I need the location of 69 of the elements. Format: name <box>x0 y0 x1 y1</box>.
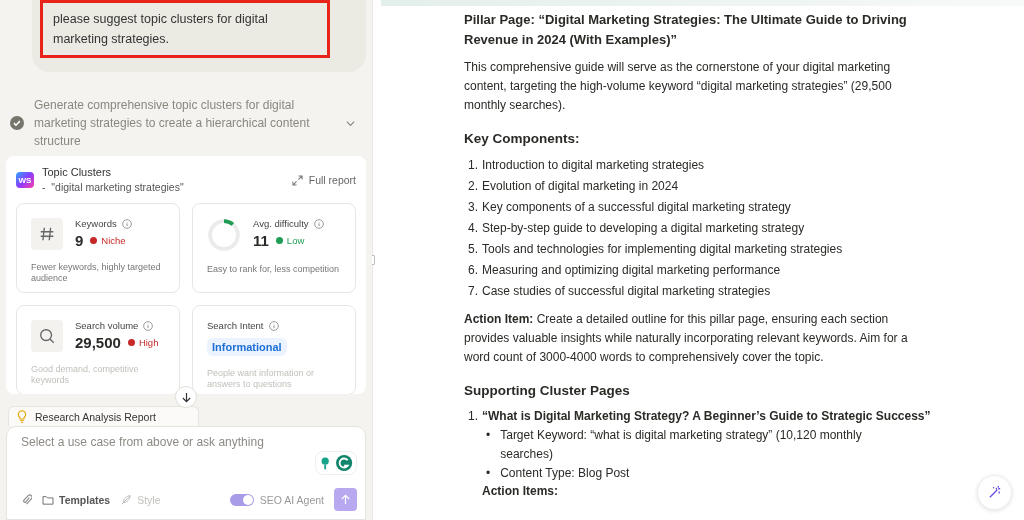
status-tag: Niche <box>101 235 126 246</box>
metric-note: Good demand, competitive keywords <box>31 364 140 386</box>
list-number: 4. <box>467 220 478 237</box>
templates-button[interactable]: Templates <box>42 493 111 506</box>
info-icon[interactable] <box>313 218 324 229</box>
metric-label: Keywords <box>75 218 117 229</box>
component-item: Measuring and optimizing digital marketing performance <box>482 262 781 279</box>
bullet-item: Content Type: Blog Post <box>500 465 630 482</box>
up-arrow-icon <box>340 494 351 505</box>
resize-handle[interactable] <box>370 255 375 265</box>
magic-wand-button[interactable] <box>977 475 1012 510</box>
metric-value: 11 <box>253 232 269 249</box>
folder-icon <box>42 494 54 505</box>
feather-icon <box>120 493 133 506</box>
list-number: 7. <box>467 283 478 300</box>
expand-icon <box>291 174 303 186</box>
status-tag: High <box>138 337 159 348</box>
intro-paragraph: This comprehensive guide will serve as the cornerstone of your digital marketing content, targeting the high-volume keyword “digital marketing strategies” (29,500 monthly searches). <box>464 59 893 114</box>
component-item: Tools and technologies for implementing digital marketing strategies <box>482 241 843 258</box>
info-icon[interactable] <box>143 320 154 331</box>
search-icon <box>31 320 63 352</box>
toggle-label: SEO AI Agent <box>259 493 324 506</box>
list-number: 1. <box>467 408 478 425</box>
metric-note: Easy to rank for, less competition <box>207 264 341 275</box>
metric-label: Search Intent <box>207 320 264 331</box>
list-number: 5. <box>467 241 478 258</box>
intent-badge: Informational <box>207 338 287 356</box>
metric-value: 9 <box>75 232 84 249</box>
send-button[interactable] <box>334 488 357 511</box>
cluster-title: “What is Digital Marketing Strategy? A Beginner’s Guide to Strategic Success” <box>482 408 931 425</box>
report-tab[interactable]: Research Analysis Report <box>8 406 199 426</box>
paperclip-icon[interactable] <box>21 493 32 506</box>
metric-label: Avg. difficulty <box>253 218 309 229</box>
user-message: please suggest topic clusters for digital marketing strategies. <box>40 0 330 58</box>
component-item: Evolution of digital marketing in 2024 <box>482 178 679 195</box>
component-item: Case studies of successful digital marketing strategies <box>482 283 771 300</box>
list-number: 3. <box>467 199 478 216</box>
agent-toggle[interactable] <box>229 493 254 506</box>
metric-note: People want information or answers to questions <box>207 368 316 390</box>
full-report-link[interactable]: Full report <box>291 174 356 186</box>
metric-label: Search volume <box>75 320 139 331</box>
list-number: 1. <box>467 157 478 174</box>
bullet-mark: • <box>486 465 491 482</box>
step-text: Generate comprehensive topic clusters for digital marketing strategies to create a hierarchical content structure <box>34 97 311 150</box>
card-title: Topic Clusters <box>42 166 113 178</box>
card-subtitle: - "digital marketing strategies" <box>42 181 185 193</box>
info-icon[interactable] <box>268 320 279 331</box>
metric-note: Fewer keywords, highly targeted audience <box>31 262 162 284</box>
component-item: Step-by-step guide to developing a digital marketing strategy <box>482 220 805 237</box>
action-item-paragraph: Action Item: Create a detailed outline for this pillar page, ensuring each section provides valuable insights while naturally incorporating relevant keywords. Aim for a word count of 3000-4000 words to comprehensively cover the topic. <box>464 311 909 366</box>
bullet-item: Target Keyword: “what is digital marketing strategy” (10,120 monthly searches) <box>500 427 863 463</box>
grammar-assistant-icon[interactable] <box>315 451 357 475</box>
subheading: Action Items: <box>482 483 559 499</box>
lightbulb-icon <box>17 410 27 423</box>
hash-icon <box>31 218 63 250</box>
pillar-heading: Pillar Page: “Digital Marketing Strategies: The Ultimate Guide to Driving Revenue in 2024 (With Examples)” <box>464 11 908 49</box>
bullet-mark: • <box>486 427 491 444</box>
list-number: 2. <box>467 178 478 195</box>
list-number: 6. <box>467 262 478 279</box>
section-heading: Supporting Cluster Pages <box>464 382 631 400</box>
status-tag: Low <box>286 235 305 246</box>
metric-value: 29,500 <box>75 334 121 351</box>
section-heading: Key Components: <box>464 130 581 148</box>
app-logo: WS <box>16 172 34 188</box>
info-icon[interactable] <box>121 218 132 229</box>
magic-wand-icon <box>987 485 1002 500</box>
component-item: Introduction to digital marketing strategies <box>482 157 705 174</box>
down-arrow-icon <box>180 391 192 403</box>
component-item: Key components of a successful digital marketing strategy <box>482 199 791 216</box>
